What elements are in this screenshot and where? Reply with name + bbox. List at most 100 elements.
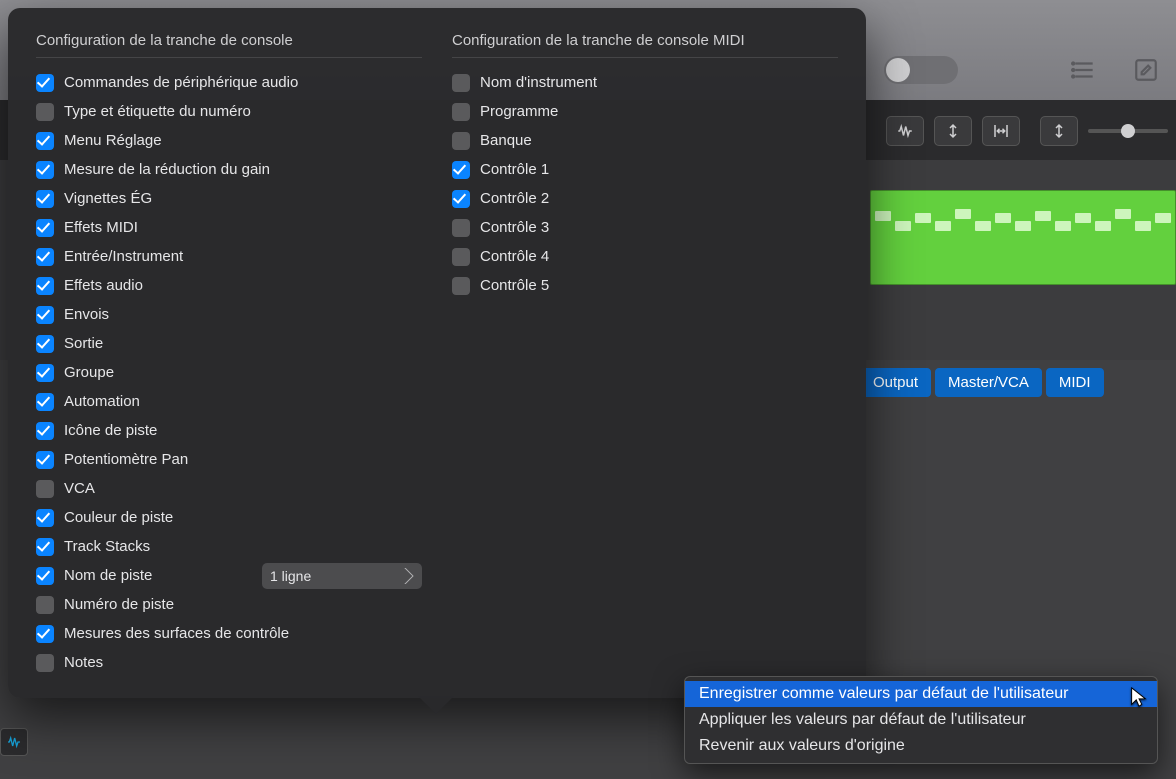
checkbox-row: Programme [452, 97, 838, 126]
checkbox[interactable] [36, 190, 54, 208]
gear-dropdown-menu: Enregistrer comme valeurs par défaut de … [684, 676, 1158, 764]
checkbox[interactable] [452, 132, 470, 150]
checkbox-row: Automation [36, 387, 422, 416]
toolbar-group-1 [886, 116, 1020, 146]
checkbox-row: Potentiomètre Pan [36, 445, 422, 474]
checkbox[interactable] [36, 161, 54, 179]
checkbox-label: Contrôle 1 [480, 161, 549, 178]
checkbox[interactable] [36, 306, 54, 324]
checkbox[interactable] [36, 103, 54, 121]
checkbox-row: Contrôle 3 [452, 213, 838, 242]
checkbox-label: Numéro de piste [64, 596, 174, 613]
checkbox-label: Groupe [64, 364, 114, 381]
checkbox-row: Notes [36, 648, 422, 677]
checkbox-row: Effets audio [36, 271, 422, 300]
checkbox[interactable] [36, 538, 54, 556]
checkbox-label: Mesures des surfaces de contrôle [64, 625, 289, 642]
checkbox[interactable] [36, 422, 54, 440]
channel-strip-config-popover: Configuration de la tranche de console C… [8, 8, 866, 698]
checkbox[interactable] [452, 219, 470, 237]
checkbox[interactable] [36, 480, 54, 498]
left-column: Configuration de la tranche de console C… [36, 32, 422, 677]
list-view-icon[interactable] [1062, 48, 1106, 92]
waveform-tool-icon[interactable] [886, 116, 924, 146]
checkbox-row: Effets MIDI [36, 213, 422, 242]
menu-item[interactable]: Revenir aux valeurs d'origine [685, 733, 1157, 759]
checkbox-row: Nom d'instrument [452, 68, 838, 97]
checkbox[interactable] [36, 277, 54, 295]
checkbox[interactable] [452, 248, 470, 266]
right-column: Configuration de la tranche de console M… [452, 32, 838, 677]
checkbox-row: Entrée/Instrument [36, 242, 422, 271]
checkbox-row: VCA [36, 474, 422, 503]
view-toggle[interactable] [884, 56, 958, 84]
checkbox-row: Vignettes ÉG [36, 184, 422, 213]
right-column-title: Configuration de la tranche de console M… [452, 32, 838, 58]
checkbox-row: Contrôle 4 [452, 242, 838, 271]
checkbox[interactable] [36, 567, 54, 585]
checkbox[interactable] [36, 393, 54, 411]
checkbox-row: Contrôle 1 [452, 155, 838, 184]
checkbox[interactable] [36, 509, 54, 527]
zoom-slider[interactable] [1088, 129, 1168, 133]
checkbox[interactable] [36, 335, 54, 353]
checkbox[interactable] [452, 277, 470, 295]
checkbox[interactable] [36, 219, 54, 237]
checkbox-label: Potentiomètre Pan [64, 451, 188, 468]
checkbox[interactable] [452, 161, 470, 179]
checkbox-label: Couleur de piste [64, 509, 173, 526]
checkbox-row: Contrôle 5 [452, 271, 838, 300]
checkbox[interactable] [36, 625, 54, 643]
checkbox-label: Contrôle 2 [480, 190, 549, 207]
checkbox[interactable] [36, 451, 54, 469]
checkbox-label: Entrée/Instrument [64, 248, 183, 265]
checkbox-row: Sortie [36, 329, 422, 358]
checkbox[interactable] [452, 103, 470, 121]
tab-midi[interactable]: MIDI [1046, 368, 1104, 397]
checkbox-row: Groupe [36, 358, 422, 387]
tab-master-vca[interactable]: Master/VCA [935, 368, 1042, 397]
menu-item[interactable]: Enregistrer comme valeurs par défaut de … [685, 681, 1157, 707]
midi-notes [871, 191, 1175, 284]
checkbox-row: Mesure de la réduction du gain [36, 155, 422, 184]
checkbox-label: Automation [64, 393, 140, 410]
checkbox-label: VCA [64, 480, 95, 497]
checkbox-row: Nom de piste1 ligne [36, 561, 422, 590]
checkbox-row: Type et étiquette du numéro [36, 97, 422, 126]
vertical-arrows-icon[interactable] [1040, 116, 1078, 146]
checkbox[interactable] [36, 654, 54, 672]
mixer-tabs: Output Master/VCA MIDI [860, 368, 1104, 397]
checkbox-row: Icône de piste [36, 416, 422, 445]
checkbox-row: Menu Réglage [36, 126, 422, 155]
checkbox-label: Menu Réglage [64, 132, 162, 149]
checkbox[interactable] [36, 74, 54, 92]
checkbox-label: Type et étiquette du numéro [64, 103, 251, 120]
edit-icon[interactable] [1124, 48, 1168, 92]
checkbox[interactable] [452, 190, 470, 208]
menu-item[interactable]: Appliquer les valeurs par défaut de l'ut… [685, 707, 1157, 733]
checkbox-label: Nom d'instrument [480, 74, 597, 91]
checkbox-label: Vignettes ÉG [64, 190, 152, 207]
checkbox[interactable] [36, 364, 54, 382]
checkbox-label: Commandes de périphérique audio [64, 74, 298, 91]
checkbox-label: Notes [64, 654, 103, 671]
tab-output[interactable]: Output [860, 368, 931, 397]
checkbox-label: Contrôle 5 [480, 277, 549, 294]
audio-track-icon[interactable] [0, 728, 28, 756]
checkbox[interactable] [36, 596, 54, 614]
checkbox-row: Envois [36, 300, 422, 329]
checkbox-label: Mesure de la réduction du gain [64, 161, 270, 178]
checkbox-label: Banque [480, 132, 532, 149]
checkbox-row: Commandes de périphérique audio [36, 68, 422, 97]
lines-select[interactable]: 1 ligne [262, 563, 422, 589]
horizontal-fit-icon[interactable] [982, 116, 1020, 146]
left-column-title: Configuration de la tranche de console [36, 32, 422, 58]
checkbox[interactable] [36, 132, 54, 150]
midi-region[interactable] [870, 190, 1176, 285]
checkbox-label: Icône de piste [64, 422, 157, 439]
vertical-zoom-icon[interactable] [934, 116, 972, 146]
checkbox[interactable] [36, 248, 54, 266]
checkbox-label: Effets audio [64, 277, 143, 294]
checkbox[interactable] [452, 74, 470, 92]
toolbar-group-2 [1040, 116, 1168, 146]
